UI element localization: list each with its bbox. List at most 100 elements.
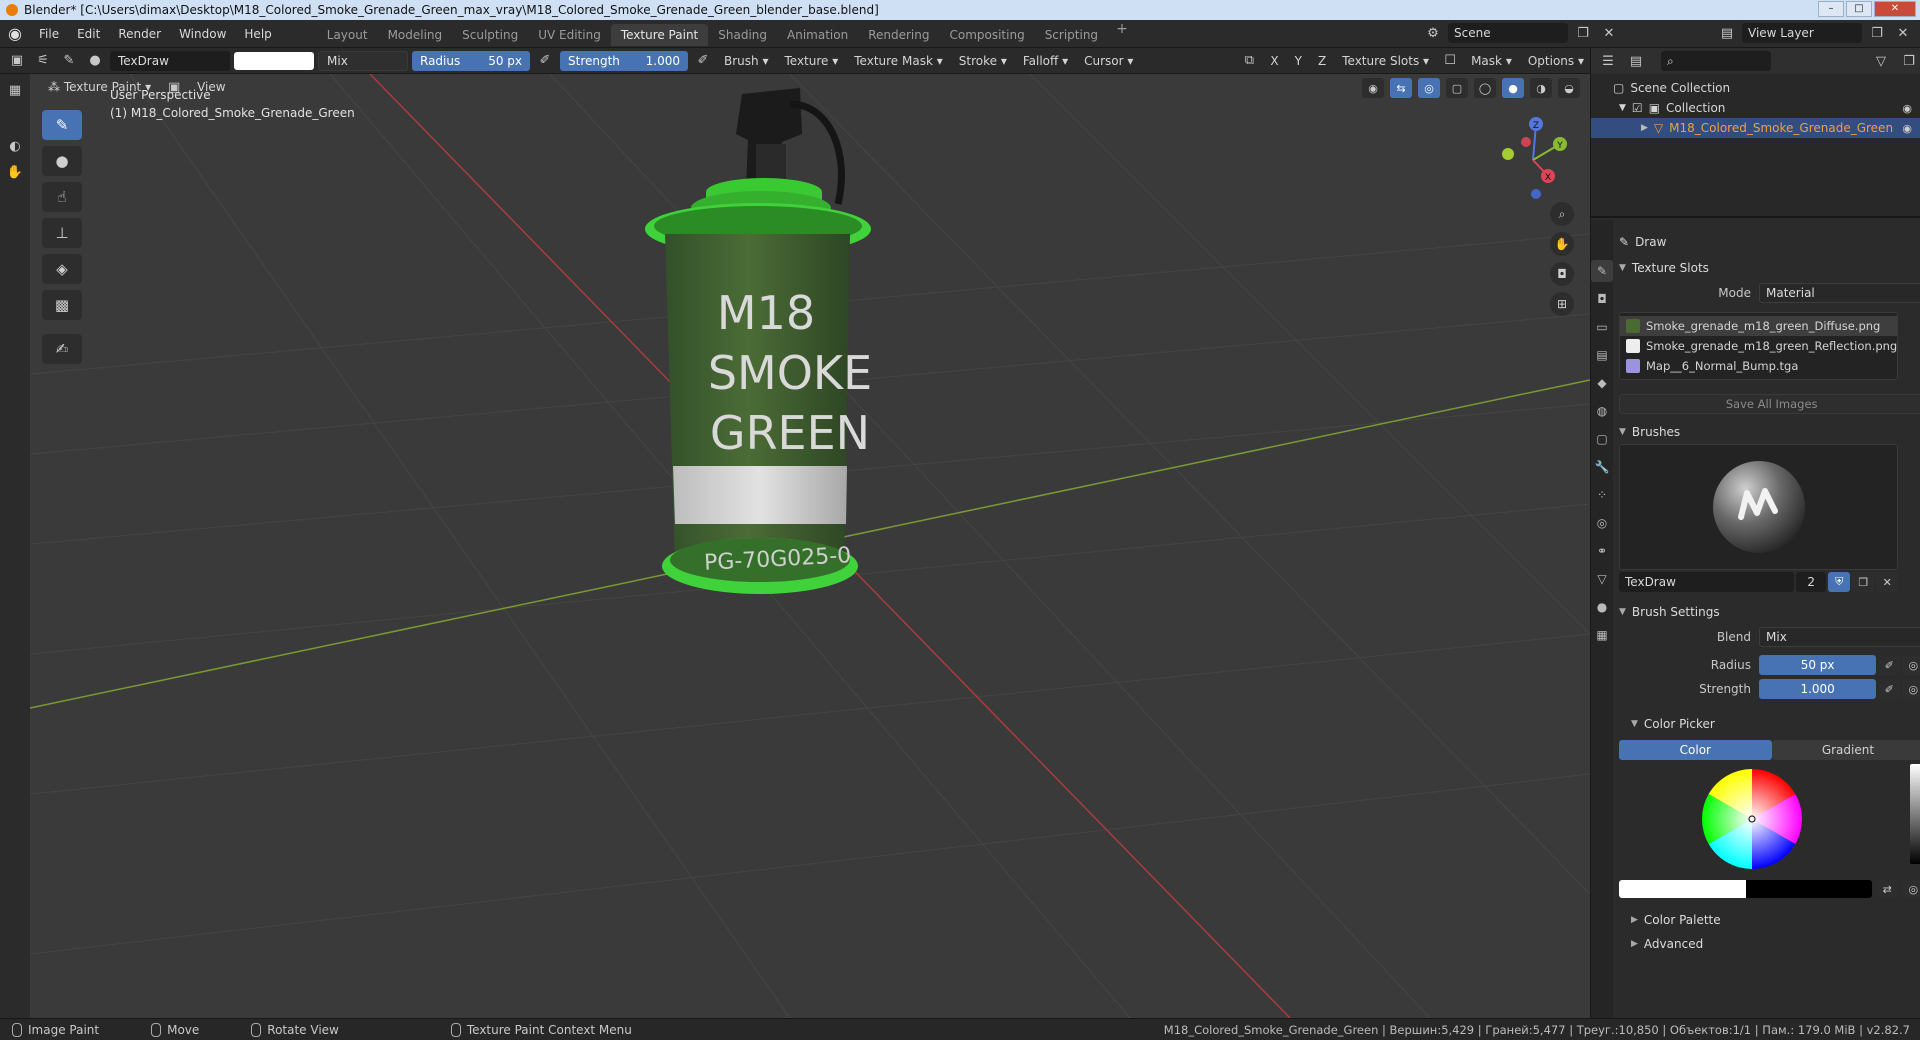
world-tab-icon[interactable]: ◍	[1591, 400, 1613, 422]
mirror-y-toggle[interactable]: Y	[1289, 51, 1308, 71]
brush-settings-panel-header[interactable]: ▼ Brush Settings	[1619, 600, 1920, 624]
tab-texture-paint[interactable]: Texture Paint	[610, 24, 709, 46]
3d-viewport[interactable]: M18 SMOKE GREEN PG-70G025-0 User Perspec…	[30, 74, 1590, 1018]
brushes-panel-header[interactable]: ▼ Brushes	[1619, 420, 1920, 444]
editor-type-icon-2[interactable]: ▦	[4, 80, 26, 100]
save-all-images-button[interactable]: Save All Images	[1619, 394, 1920, 414]
new-collection-icon[interactable]: ❐	[1898, 51, 1920, 71]
strength-slider[interactable]: Strength 1.000	[560, 50, 688, 71]
close-button[interactable]: ✕	[1874, 1, 1916, 17]
color-wheel[interactable]	[1697, 764, 1807, 874]
outliner-scene-collection[interactable]: ▢ Scene Collection	[1591, 78, 1920, 98]
symmetry-icon[interactable]: ⧉	[1238, 51, 1260, 71]
tab-compositing[interactable]: Compositing	[939, 24, 1034, 46]
view-layer-tab-icon[interactable]: ▤	[1591, 344, 1613, 366]
color-tab[interactable]: Color	[1619, 740, 1772, 760]
camera-icon[interactable]: ◘	[1550, 262, 1574, 286]
swap-colors-icon[interactable]: ⇄	[1876, 880, 1899, 898]
render-tab-icon[interactable]: ◘	[1591, 288, 1613, 310]
slot-mode-select[interactable]: Material	[1759, 283, 1920, 303]
object-visibility-icon[interactable]: ◉	[1902, 122, 1912, 135]
tool-settings-icon[interactable]: ⚟	[32, 51, 54, 71]
tab-scripting[interactable]: Scripting	[1035, 24, 1108, 46]
tab-uv-editing[interactable]: UV Editing	[528, 24, 611, 46]
maximize-button[interactable]: □	[1846, 1, 1872, 17]
clone-tool-button[interactable]: ⊥	[42, 218, 82, 248]
radius-pressure-icon[interactable]: ✐	[534, 51, 556, 71]
advanced-panel-header[interactable]: ▶ Advanced	[1619, 932, 1920, 956]
smear-tool-button[interactable]: ☝	[42, 182, 82, 212]
menu-window[interactable]: Window	[170, 20, 235, 48]
tab-shading[interactable]: Shading	[708, 24, 777, 46]
output-tab-icon[interactable]: ▭	[1591, 316, 1613, 338]
list-item[interactable]: Map__6_Normal_Bump.tga	[1620, 356, 1897, 376]
display-mode-icon[interactable]: ▤	[1625, 51, 1647, 71]
radius-pressure-icon-prop[interactable]: ✐	[1878, 655, 1901, 675]
tab-animation[interactable]: Animation	[777, 24, 858, 46]
constraints-tab-icon[interactable]: ⚭	[1591, 540, 1613, 562]
data-tab-icon[interactable]: ▽	[1591, 568, 1613, 590]
mask-checkbox[interactable]: ☐	[1439, 51, 1461, 71]
hand-icon[interactable]: ✋	[4, 162, 26, 182]
color-palette-panel-header[interactable]: ▶ Color Palette	[1619, 908, 1920, 932]
expand-object-icon[interactable]: ▶	[1641, 123, 1648, 133]
brush-fake-user-icon[interactable]: ●	[84, 51, 106, 71]
texture-slots-menu[interactable]: Texture Slots ▾	[1336, 51, 1435, 71]
tab-layout[interactable]: Layout	[317, 24, 378, 46]
strength-pressure-icon[interactable]: ✐	[692, 51, 714, 71]
object-tab-icon[interactable]: ▢	[1591, 428, 1613, 450]
minimize-button[interactable]: –	[1818, 1, 1844, 17]
delete-view-layer-icon[interactable]: ✕	[1892, 23, 1914, 43]
new-scene-icon[interactable]: ❐	[1572, 23, 1594, 43]
texture-menu[interactable]: Texture ▾	[778, 51, 844, 71]
cursor-menu[interactable]: Cursor ▾	[1078, 51, 1139, 71]
fill-tool-button[interactable]: ◈	[42, 254, 82, 284]
grid-view-icon[interactable]: ⊞	[1550, 292, 1574, 316]
modifier-tab-icon[interactable]: 🔧	[1591, 456, 1613, 478]
soften-tool-button[interactable]: ●	[42, 146, 82, 176]
draw-tool-button[interactable]: ✎	[42, 110, 82, 140]
brush-icon[interactable]: ✎	[58, 51, 80, 71]
filter-icon[interactable]: ▽	[1870, 51, 1892, 71]
brush-preview[interactable]	[1619, 444, 1899, 570]
radius-slider-prop[interactable]: 50 px	[1759, 655, 1877, 675]
blend-select[interactable]: Mix	[1759, 627, 1920, 647]
value-slider[interactable]	[1910, 764, 1920, 864]
mode-select[interactable]: ⁂ Texture Paint ▾	[42, 77, 157, 97]
gradient-tab[interactable]: Gradient	[1771, 740, 1920, 760]
outliner-collection[interactable]: ▼ ☑ ▣ Collection ◉	[1591, 98, 1920, 118]
scene-name-field[interactable]: Scene	[1448, 23, 1568, 43]
duplicate-brush-icon[interactable]: ❐	[1852, 572, 1875, 592]
falloff-menu[interactable]: Falloff ▾	[1017, 51, 1074, 71]
menu-render[interactable]: Render	[109, 20, 170, 48]
mirror-x-toggle[interactable]: X	[1264, 51, 1284, 71]
brush-name-field[interactable]: TexDraw	[110, 50, 230, 71]
material-tab-icon[interactable]: ●	[1591, 596, 1613, 618]
new-view-layer-icon[interactable]: ❐	[1866, 23, 1888, 43]
strength-pressure-icon-prop[interactable]: ✐	[1878, 679, 1901, 699]
mirror-z-toggle[interactable]: Z	[1312, 51, 1332, 71]
annotate-tool-button[interactable]: ✍	[42, 334, 82, 364]
list-item[interactable]: Smoke_grenade_m18_green_Reflection.png	[1620, 336, 1897, 356]
tab-rendering[interactable]: Rendering	[858, 24, 939, 46]
outliner-editor-type-icon[interactable]: ☰	[1597, 51, 1619, 71]
strength-slider-prop[interactable]: 1.000	[1759, 679, 1877, 699]
menu-help[interactable]: Help	[235, 20, 280, 48]
delete-scene-icon[interactable]: ✕	[1598, 23, 1620, 43]
collection-checkbox[interactable]: ☑	[1632, 101, 1643, 115]
tab-sculpting[interactable]: Sculpting	[452, 24, 528, 46]
menu-file[interactable]: File	[30, 20, 68, 48]
stroke-menu[interactable]: Stroke ▾	[953, 51, 1013, 71]
tab-modeling[interactable]: Modeling	[378, 24, 453, 46]
texture-mask-menu[interactable]: Texture Mask ▾	[848, 51, 949, 71]
view-menu[interactable]: View	[191, 77, 231, 97]
options-menu[interactable]: Options ▾	[1522, 51, 1590, 71]
blend-mode-select[interactable]: Mix	[318, 50, 408, 71]
color-settings-icon[interactable]: ◎	[1902, 880, 1920, 898]
editor-type-icon[interactable]: ▣	[6, 51, 28, 71]
zoom-icon[interactable]: ⌕	[1550, 202, 1574, 226]
brush-name-input[interactable]: TexDraw	[1619, 572, 1795, 592]
strength-unit-icon[interactable]: ◎	[1902, 679, 1920, 699]
texture-tab-icon[interactable]: ▦	[1591, 624, 1613, 646]
expand-collection-icon[interactable]: ▼	[1619, 103, 1626, 113]
